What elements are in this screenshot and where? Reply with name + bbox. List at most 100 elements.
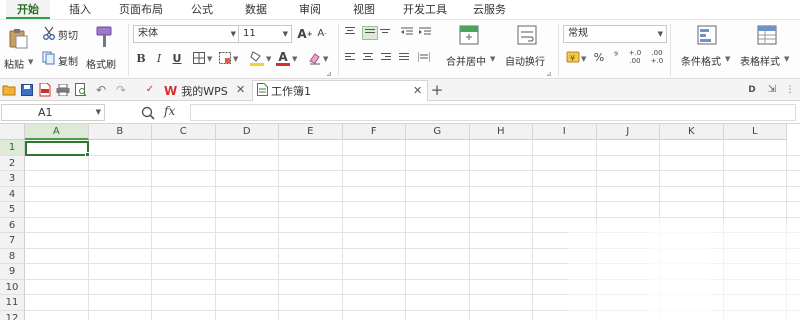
row-header[interactable]: 11 bbox=[0, 295, 25, 311]
row-header[interactable]: 9 bbox=[0, 264, 25, 280]
more-icon[interactable]: ⋮ bbox=[783, 83, 797, 97]
tab-formulas[interactable]: 公式 bbox=[180, 0, 224, 19]
column-header[interactable]: C bbox=[152, 124, 216, 140]
column-header[interactable]: E bbox=[279, 124, 343, 140]
paste-icon[interactable] bbox=[6, 26, 30, 50]
font-color-button[interactable]: A bbox=[276, 50, 290, 66]
row-header[interactable]: 12 bbox=[0, 310, 25, 320]
clear-format-dropdown-arrow[interactable]: ▼ bbox=[323, 55, 328, 63]
bold-button[interactable]: B bbox=[134, 51, 148, 65]
share-icon[interactable]: D bbox=[745, 83, 759, 97]
doc-tab-my-wps[interactable]: W 我的WPS ✕ bbox=[160, 80, 252, 101]
close-icon[interactable]: ✕ bbox=[236, 83, 245, 96]
tab-data[interactable]: 数据 bbox=[234, 0, 278, 19]
row-header[interactable]: 3 bbox=[0, 171, 25, 187]
print-preview-icon[interactable] bbox=[74, 83, 88, 97]
distributed-align-icon[interactable] bbox=[417, 51, 431, 63]
row-header[interactable]: 1 bbox=[0, 140, 25, 156]
font-color-dropdown-arrow[interactable]: ▼ bbox=[292, 55, 297, 63]
row-header[interactable]: 2 bbox=[0, 155, 25, 171]
column-header[interactable]: K bbox=[660, 124, 724, 140]
save-icon[interactable] bbox=[20, 83, 34, 97]
tab-cloud-services[interactable]: 云服务 bbox=[462, 0, 517, 19]
redo-icon[interactable]: ↷ bbox=[114, 83, 128, 97]
align-bottom-icon[interactable] bbox=[380, 29, 392, 39]
border-dropdown-arrow[interactable]: ▼ bbox=[207, 55, 212, 63]
paste-button[interactable]: 粘贴 bbox=[4, 56, 24, 71]
name-box[interactable]: A1 ▼ bbox=[1, 104, 105, 121]
number-format-select[interactable]: 常规 ▼ bbox=[563, 25, 667, 43]
column-header[interactable]: J bbox=[596, 124, 660, 140]
underline-button[interactable]: U bbox=[170, 51, 184, 65]
table-style-dropdown-arrow[interactable]: ▼ bbox=[784, 55, 789, 63]
decrease-decimal-button[interactable]: .00 +.0 bbox=[648, 47, 666, 67]
export-pdf-icon[interactable] bbox=[38, 83, 52, 97]
column-header[interactable]: D bbox=[215, 124, 279, 140]
tab-home[interactable]: 开始 bbox=[6, 0, 50, 19]
chevron-down-icon[interactable]: ▼ bbox=[96, 105, 101, 120]
wrap-text-button[interactable]: 自动换行 bbox=[505, 53, 545, 68]
copy-button[interactable]: 复制 bbox=[58, 53, 78, 68]
percent-button[interactable]: % bbox=[592, 50, 606, 64]
cut-button[interactable]: 剪切 bbox=[58, 27, 78, 42]
clear-format-icon[interactable] bbox=[308, 51, 322, 65]
justify-icon[interactable] bbox=[399, 53, 411, 63]
row-header[interactable]: 4 bbox=[0, 186, 25, 202]
row-header[interactable]: 8 bbox=[0, 248, 25, 264]
pin-icon[interactable]: ⇲ bbox=[765, 83, 779, 97]
merge-center-icon[interactable] bbox=[458, 24, 480, 46]
border-icon[interactable] bbox=[192, 51, 206, 65]
currency-icon[interactable]: ¥ bbox=[566, 50, 580, 64]
wrap-text-icon[interactable] bbox=[516, 24, 538, 46]
select-all-corner[interactable] bbox=[0, 124, 25, 140]
column-header[interactable]: I bbox=[533, 124, 597, 140]
align-top-icon[interactable] bbox=[345, 27, 357, 37]
row-header[interactable]: 6 bbox=[0, 217, 25, 233]
fill-handle[interactable] bbox=[85, 152, 90, 157]
column-header[interactable]: L bbox=[723, 124, 787, 140]
italic-button[interactable]: I bbox=[152, 51, 166, 65]
undo-icon[interactable]: ↶ bbox=[94, 83, 108, 97]
close-icon[interactable]: ✕ bbox=[413, 84, 422, 97]
column-header[interactable]: F bbox=[342, 124, 406, 140]
align-middle-icon[interactable] bbox=[362, 26, 378, 40]
conditional-format-button[interactable]: 条件格式 bbox=[681, 53, 721, 68]
align-center-icon[interactable] bbox=[363, 53, 375, 63]
tab-developer[interactable]: 开发工具 bbox=[392, 0, 458, 19]
align-left-icon[interactable] bbox=[345, 53, 357, 63]
insert-function-button[interactable]: fx bbox=[164, 104, 175, 118]
tab-review[interactable]: 审阅 bbox=[288, 0, 332, 19]
active-cell-a1[interactable] bbox=[25, 141, 90, 157]
customize-toolbar-icon[interactable]: ✓ bbox=[144, 83, 156, 97]
merge-center-dropdown-arrow[interactable]: ▼ bbox=[490, 55, 495, 63]
row-header[interactable]: 5 bbox=[0, 202, 25, 218]
merge-center-button[interactable]: 合并居中 bbox=[446, 53, 486, 68]
conditional-format-dropdown-arrow[interactable]: ▼ bbox=[725, 55, 730, 63]
column-header[interactable]: H bbox=[469, 124, 533, 140]
increase-indent-icon[interactable] bbox=[418, 26, 432, 38]
row-header[interactable]: 7 bbox=[0, 233, 25, 249]
format-painter-icon[interactable] bbox=[92, 24, 116, 50]
open-folder-icon[interactable] bbox=[2, 83, 16, 97]
decrease-indent-icon[interactable] bbox=[400, 26, 414, 38]
fill-pattern-icon[interactable] bbox=[218, 51, 232, 65]
row-header[interactable]: 10 bbox=[0, 279, 25, 295]
tab-page-layout[interactable]: 页面布局 bbox=[108, 0, 174, 19]
conditional-format-icon[interactable] bbox=[696, 24, 718, 46]
column-header[interactable]: G bbox=[406, 124, 470, 140]
column-header[interactable]: A bbox=[25, 124, 89, 140]
tab-insert[interactable]: 插入 bbox=[58, 0, 102, 19]
fill-color-dropdown-arrow[interactable]: ▼ bbox=[266, 55, 271, 63]
paste-dropdown-arrow[interactable]: ▼ bbox=[28, 58, 33, 66]
fill-pattern-dropdown-arrow[interactable]: ▼ bbox=[233, 55, 238, 63]
zoom-search-icon[interactable] bbox=[140, 105, 156, 121]
format-painter-button[interactable]: 格式刷 bbox=[86, 56, 116, 71]
currency-dropdown-arrow[interactable]: ▼ bbox=[581, 55, 586, 63]
fill-color-icon[interactable] bbox=[250, 50, 264, 66]
font-name-select[interactable]: 宋体 ▼ bbox=[133, 25, 240, 43]
font-shrink-button[interactable]: A- bbox=[315, 27, 329, 41]
font-grow-button[interactable]: A + bbox=[297, 26, 313, 42]
table-style-button[interactable]: 表格样式 bbox=[740, 53, 780, 68]
new-tab-plus-icon[interactable]: + bbox=[430, 82, 444, 98]
doc-tab-workbook1[interactable]: 工作簿1 ✕ bbox=[252, 80, 428, 101]
